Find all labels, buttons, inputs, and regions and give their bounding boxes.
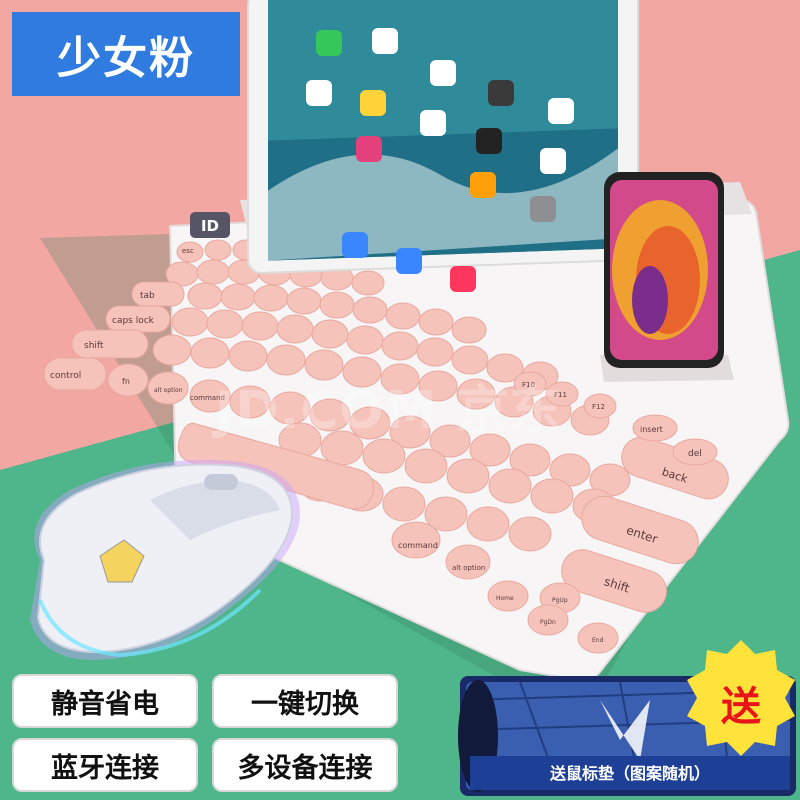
key-label-pgdn: PgDn bbox=[540, 619, 556, 626]
key-label-esc: esc bbox=[182, 247, 194, 255]
title-badge: 少女粉 bbox=[12, 12, 240, 96]
key-label-tab: tab bbox=[140, 291, 155, 301]
feature-tag-multi-device: 多设备连接 bbox=[212, 738, 398, 792]
key-label-control: control bbox=[50, 371, 81, 381]
feature-tag-bluetooth: 蓝牙连接 bbox=[12, 738, 198, 792]
brand-logo-text: ID bbox=[201, 217, 219, 235]
key-label-shift-left: shift bbox=[84, 341, 104, 351]
key-label-pgup: PgUp bbox=[552, 597, 568, 604]
key-label-del: del bbox=[688, 449, 702, 459]
watermark: JD.COM 京东 bbox=[215, 381, 563, 441]
key-label-caps-lock: caps lock bbox=[112, 316, 155, 326]
key-label-option-left: alt option bbox=[154, 387, 183, 394]
product-image: ID esc tab caps lock shift control fn al… bbox=[0, 0, 800, 800]
key-label-home: Home bbox=[496, 595, 514, 602]
feature-tag-silent: 静音省电 bbox=[12, 674, 198, 728]
feature-tag-switch: 一键切换 bbox=[212, 674, 398, 728]
phone bbox=[604, 172, 724, 368]
key-label-end: End bbox=[592, 637, 604, 644]
key-label-fn: fn bbox=[122, 377, 130, 386]
key-label-f12: F12 bbox=[592, 403, 605, 411]
gift-caption: 送鼠标垫（图案随机） bbox=[549, 764, 710, 783]
key-label-command-right: command bbox=[398, 541, 438, 550]
key-label-insert: insert bbox=[640, 425, 663, 434]
key-label-option-right: alt option bbox=[452, 564, 485, 572]
tablet bbox=[247, 0, 639, 292]
gift-badge-text: 送 bbox=[721, 684, 761, 730]
